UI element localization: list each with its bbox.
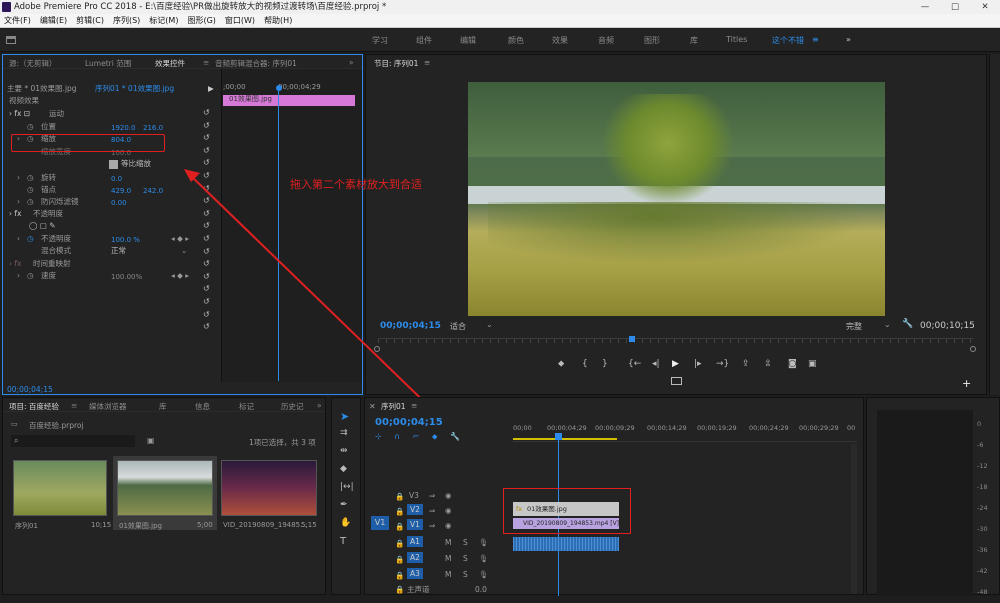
meter-scale: 0 -6 -12 -18 -24 -30 -36 -42 -48: [977, 414, 997, 603]
timeline-vertical-scrollbar[interactable]: [851, 444, 857, 594]
timeline-menu-icon[interactable]: ≡: [411, 401, 417, 410]
ruler-label: 00;00;29;29: [799, 424, 839, 432]
project-panel: 项目: 百度经验 ≡ 媒体浏览器 库 信息 标记 历史记 » ▭ 百度经验.pr…: [2, 397, 326, 595]
master-track-value[interactable]: 0.0: [475, 584, 487, 595]
meter-label: -30: [977, 525, 988, 533]
track-a3-label[interactable]: A3: [407, 568, 423, 579]
track-select-tool-icon[interactable]: ⇉: [340, 428, 348, 438]
project-item-name[interactable]: 序列01: [15, 521, 38, 531]
timeline-panel: ✕ 序列01 ≡ 00;00;04;15 ⊹ ∩ ⌐ ⬥ 🔧 00;00 00;…: [364, 397, 864, 596]
timeline-tab[interactable]: 序列01: [381, 401, 406, 412]
tab-project[interactable]: 项目: 百度经验: [9, 401, 59, 412]
solo-button[interactable]: S: [463, 569, 468, 580]
tab-history[interactable]: 历史记: [281, 401, 304, 412]
mute-button[interactable]: M: [445, 537, 451, 548]
ruler-label: 00: [847, 424, 856, 432]
track-a2-label[interactable]: A2: [407, 552, 423, 563]
meter-label: -48: [977, 588, 988, 596]
tab-media-browser[interactable]: 媒体浏览器: [89, 401, 127, 412]
timeline-playhead-handle[interactable]: [555, 433, 562, 440]
project-item-thumbnail[interactable]: [221, 460, 317, 516]
project-item-thumbnail[interactable]: [117, 460, 213, 516]
meter-label: 0: [977, 420, 982, 428]
project-search-input[interactable]: ⌕: [11, 435, 135, 447]
ruler-label: 00;00;24;29: [749, 424, 789, 432]
meter-label: -42: [977, 567, 988, 575]
tab-info[interactable]: 信息: [195, 401, 210, 412]
lock-icon[interactable]: 🔒: [395, 491, 404, 502]
annotation-text: 拖入第二个素材放大到合适: [290, 178, 422, 191]
lock-icon[interactable]: 🔒: [395, 570, 404, 581]
project-item-duration: 5;15: [301, 521, 317, 529]
meter-label: -12: [977, 462, 988, 470]
tab-markers[interactable]: 标记: [239, 401, 254, 412]
lock-icon[interactable]: 🔒: [395, 584, 404, 595]
meter-label: -36: [977, 546, 988, 554]
project-item-name[interactable]: VID_20190809_19485...: [223, 521, 307, 529]
work-area-bar[interactable]: [513, 438, 617, 440]
meter-label: -18: [977, 483, 988, 491]
timeline-timecode[interactable]: 00;00;04;15: [375, 417, 443, 428]
ruler-label: 00;00;09;29: [595, 424, 635, 432]
master-track-label: 主声道: [407, 585, 430, 594]
ripple-edit-tool-icon[interactable]: ⇹: [340, 446, 348, 456]
microphone-icon[interactable]: 🎙: [479, 569, 489, 580]
source-v1-patch[interactable]: V1: [371, 516, 389, 530]
meter-area: [877, 410, 973, 596]
sync-lock-icon[interactable]: ⇒: [429, 505, 435, 516]
ruler-label: 00;00;04;29: [547, 424, 587, 432]
track-v2-label[interactable]: V2: [407, 504, 423, 515]
timeline-ruler[interactable]: 00;00 00;00;04;29 00;00;09;29 00;00;14;2…: [513, 424, 857, 442]
search-icon: ⌕: [14, 436, 19, 445]
lock-icon[interactable]: 🔒: [395, 538, 404, 549]
clip-a1-waveform[interactable]: [513, 537, 619, 551]
ruler-label: 00;00: [513, 424, 532, 432]
close-icon[interactable]: ✕: [369, 402, 376, 411]
razor-tool-icon[interactable]: ◆: [340, 464, 347, 474]
hand-tool-icon[interactable]: ✋: [340, 518, 351, 528]
slip-tool-icon[interactable]: |↔|: [340, 482, 354, 492]
mute-button[interactable]: M: [445, 553, 451, 564]
timeline-tools[interactable]: ⊹ ∩ ⌐ ⬥ 🔧: [375, 432, 460, 442]
pen-tool-icon[interactable]: ✒: [340, 500, 348, 510]
folder-icon: ▭: [11, 420, 18, 428]
lock-icon[interactable]: 🔒: [395, 506, 404, 517]
track-v3-label[interactable]: V3: [407, 490, 421, 501]
sync-lock-icon[interactable]: ⇒: [429, 490, 435, 501]
type-tool-icon[interactable]: T: [340, 536, 346, 547]
lock-icon[interactable]: 🔒: [395, 554, 404, 565]
microphone-icon[interactable]: 🎙: [479, 537, 489, 548]
project-item-thumbnail[interactable]: [13, 460, 107, 516]
selection-tool-icon[interactable]: ➤: [340, 410, 349, 423]
solo-button[interactable]: S: [463, 537, 468, 548]
ruler-label: 00;00;19;29: [697, 424, 737, 432]
panel-overflow-icon[interactable]: »: [317, 401, 322, 410]
solo-button[interactable]: S: [463, 553, 468, 564]
selection-status: 1项已选择，共 3 项: [249, 438, 316, 447]
ruler-label: 00;00;14;29: [647, 424, 687, 432]
mute-button[interactable]: M: [445, 569, 451, 580]
eye-icon[interactable]: ◉: [445, 505, 452, 516]
tools-panel: ➤ ⇉ ⇹ ◆ |↔| ✒ ✋ T: [331, 397, 361, 595]
meter-label: -24: [977, 504, 988, 512]
project-item-name[interactable]: 01效果图.jpg: [119, 521, 162, 531]
track-a1-label[interactable]: A1: [407, 536, 423, 547]
sync-lock-icon[interactable]: ⇒: [429, 520, 435, 531]
track-headers: V1 🔒 V3 ⇒ ◉ 🔒 V2 ⇒ ◉ 🔒 V1 ⇒ ◉ 🔒 A1 M S 🎙…: [365, 486, 511, 596]
eye-icon[interactable]: ◉: [445, 490, 452, 501]
clips-highlight-box: [503, 488, 631, 534]
tab-libraries[interactable]: 库: [159, 401, 167, 412]
audio-meter-panel: 0 -6 -12 -18 -24 -30 -36 -42 -48: [866, 397, 1000, 596]
lock-icon[interactable]: 🔒: [395, 521, 404, 532]
project-item-duration: 10;15: [91, 521, 112, 529]
project-file-name: 百度经验.prproj: [29, 421, 84, 430]
meter-label: -6: [977, 441, 984, 449]
eye-icon[interactable]: ◉: [445, 520, 452, 531]
project-item-duration: 5;00: [197, 521, 213, 529]
track-v1-label[interactable]: V1: [407, 519, 423, 530]
new-bin-icon[interactable]: ▣: [147, 436, 155, 445]
microphone-icon[interactable]: 🎙: [479, 553, 489, 564]
